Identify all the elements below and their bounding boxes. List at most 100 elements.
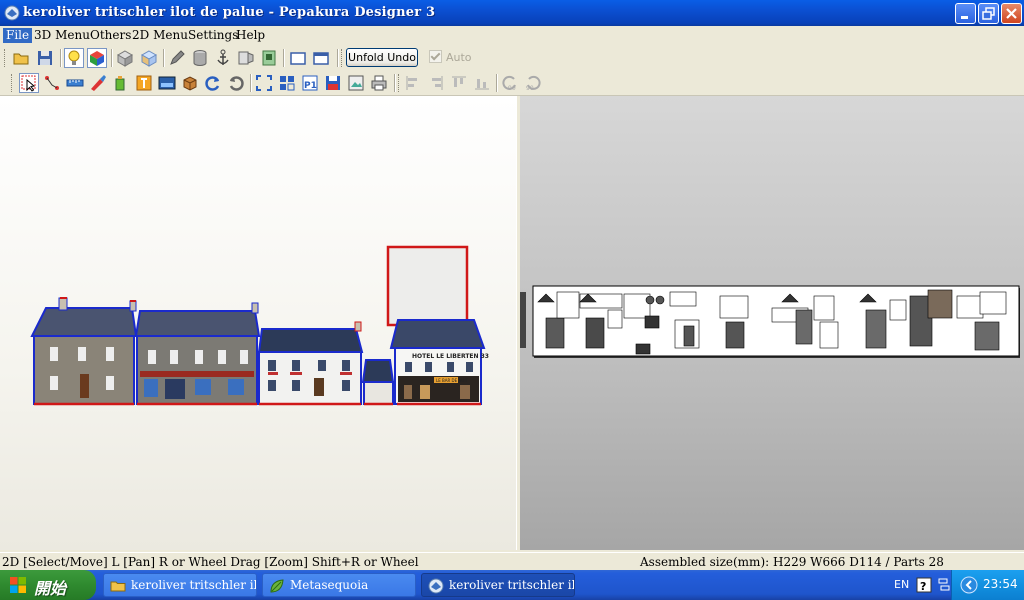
taskbar-item-metasequoia[interactable]: Metasequoia: [262, 573, 416, 597]
building-cafe: [134, 302, 261, 406]
start-label: 開始: [34, 579, 67, 598]
taskbar: 開始 keroliver tritschler ilot ... Metaseq…: [0, 570, 1024, 600]
box-button[interactable]: [180, 73, 200, 93]
ime-icon[interactable]: [937, 577, 951, 593]
texture-toggle-button[interactable]: [87, 48, 107, 68]
rotate-90-right-button[interactable]: 90: [523, 73, 543, 93]
align-top-button[interactable]: [449, 73, 469, 93]
start-button[interactable]: 開始: [0, 570, 96, 600]
close-button[interactable]: [1001, 3, 1022, 24]
unfold-undo-button[interactable]: Unfold Undo: [346, 48, 418, 67]
blue-cube-icon: [140, 50, 158, 67]
shade-cube-button[interactable]: [139, 48, 159, 68]
wire-cube-button[interactable]: [115, 48, 135, 68]
taskbar-item-pepakura[interactable]: keroliver tritschler ilot ...: [421, 573, 575, 597]
ruler-button[interactable]: [65, 73, 85, 93]
fit-button[interactable]: [254, 73, 274, 93]
save-button[interactable]: [35, 48, 55, 68]
toolbar-grip[interactable]: [4, 49, 8, 67]
svg-text:?: ?: [920, 580, 926, 593]
image-export-button[interactable]: [346, 73, 366, 93]
rotate-right-button[interactable]: [226, 73, 246, 93]
2d-view-pane[interactable]: [520, 96, 1024, 550]
help-icon[interactable]: ?: [916, 577, 932, 593]
unfold-button[interactable]: [259, 48, 279, 68]
leaf-icon: [270, 579, 284, 593]
align-left-icon: [406, 76, 417, 90]
anchor-button[interactable]: [213, 48, 233, 68]
align-bottom-icon: [475, 79, 489, 90]
system-tray: 23:54: [951, 570, 1024, 600]
print-button[interactable]: [369, 73, 389, 93]
lightbulb-icon: [68, 50, 80, 65]
open-button[interactable]: [11, 48, 31, 68]
pencil-icon: [170, 50, 185, 65]
secondary-toolbar: P1 90 90: [0, 71, 1024, 96]
windows-logo-icon: [10, 577, 26, 593]
main-toolbar: Unfold Undo Auto: [0, 46, 1024, 70]
shop-sign: LE BAR DE NUIT: [436, 378, 469, 383]
menu-2d[interactable]: 2D Menu: [129, 28, 191, 43]
folder-open-icon: [13, 53, 29, 65]
status-bar: 2D [Select/Move] L [Pan] R or Wheel Drag…: [0, 552, 1024, 571]
window-pane-icon: [290, 52, 306, 65]
menu-help[interactable]: Help: [233, 28, 268, 43]
language-indicator[interactable]: EN: [894, 578, 909, 591]
printer-icon: [371, 75, 387, 91]
minimize-icon: [961, 16, 968, 19]
align-top-icon: [452, 76, 466, 87]
show-hidden-icons-icon[interactable]: [960, 576, 978, 594]
align-right-icon: [432, 76, 443, 90]
svg-text:P1: P1: [304, 81, 317, 91]
align-left-button[interactable]: [403, 73, 423, 93]
rotate-90-left-icon: 90: [502, 75, 516, 92]
page-button[interactable]: P1: [300, 73, 320, 93]
close-icon: [1006, 8, 1017, 19]
view-2d-button[interactable]: [311, 48, 331, 68]
menu-others[interactable]: Others: [87, 28, 134, 43]
3d-view-pane[interactable]: HOTEL LE LIBERTEN 33 LE BAR DE NUIT: [0, 96, 517, 550]
edit-button[interactable]: [167, 48, 187, 68]
arrange-button[interactable]: [277, 73, 297, 93]
taskbar-item-folder[interactable]: keroliver tritschler ilot ...: [103, 573, 257, 597]
rotate-left-button[interactable]: [203, 73, 223, 93]
glue-icon: [115, 76, 125, 91]
rotate-90-right-icon: 90: [526, 75, 541, 92]
text-button[interactable]: [134, 73, 154, 93]
select-tool-button[interactable]: [19, 73, 39, 93]
join-edge-button[interactable]: [42, 73, 62, 93]
menu-file[interactable]: File: [3, 28, 33, 43]
image-button[interactable]: [157, 73, 177, 93]
pepakura-icon: [428, 578, 444, 594]
minimize-button[interactable]: [955, 3, 976, 24]
svg-text:90: 90: [508, 85, 516, 92]
2d-pattern-canvas[interactable]: [520, 96, 1024, 550]
export-button[interactable]: [323, 73, 343, 93]
restore-button[interactable]: [978, 3, 999, 24]
status-help-text: 2D [Select/Move] L [Pan] R or Wheel Drag…: [2, 555, 419, 569]
auto-checkbox[interactable]: Auto: [429, 49, 472, 67]
cylinder-button[interactable]: [190, 48, 210, 68]
building-stone-house: [30, 297, 138, 406]
align-bottom-button[interactable]: [472, 73, 492, 93]
title-bar[interactable]: keroliver tritschler ilot de palue - Pep…: [0, 0, 1024, 26]
menu-bar: File 3D Menu Others 2D Menu Settings Hel…: [0, 26, 1024, 45]
folder-icon: [110, 581, 126, 592]
export-icon: [326, 76, 340, 90]
gray-cube-icon: [116, 50, 134, 67]
flap-button[interactable]: [236, 48, 256, 68]
clock[interactable]: 23:54: [983, 577, 1018, 591]
brush-button[interactable]: [88, 73, 108, 93]
arrow-cursor-icon: [21, 75, 36, 92]
2d-scroll-marker: [520, 292, 526, 348]
align-right-button[interactable]: [426, 73, 446, 93]
light-toggle-button[interactable]: [64, 48, 84, 68]
colored-cube-icon: [90, 51, 104, 66]
3d-model-canvas[interactable]: HOTEL LE LIBERTEN 33 LE BAR DE NUIT: [0, 96, 516, 550]
rotate-90-left-button[interactable]: 90: [500, 73, 520, 93]
glue-button[interactable]: [111, 73, 131, 93]
building-white-inn: [257, 321, 364, 406]
unfold-cube-icon: [262, 50, 276, 66]
menu-3d[interactable]: 3D Menu: [31, 28, 93, 43]
view-3d-button[interactable]: [288, 48, 308, 68]
